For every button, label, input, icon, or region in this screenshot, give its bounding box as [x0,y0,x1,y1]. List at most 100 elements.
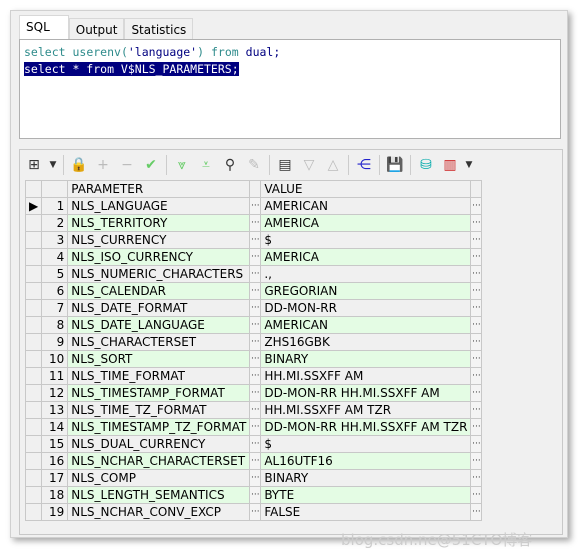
cell-edit-button[interactable]: ··· [249,452,262,470]
cell-edit-button[interactable]: ··· [470,418,483,436]
table-row[interactable]: 9 NLS_CHARACTERSET ··· ZHS16GBK ··· [24,333,483,351]
table-row[interactable]: 15 NLS_DUAL_CURRENCY ··· $ ··· [24,435,483,453]
cell-edit-button[interactable]: ··· [249,435,262,453]
cell-edit-button[interactable]: ··· [249,231,262,249]
column-header-button[interactable] [470,180,483,198]
cell-value[interactable]: AL16UTF16 [260,452,472,470]
cell-parameter[interactable]: NLS_DUAL_CURRENCY [67,435,251,453]
cell-edit-button[interactable]: ··· [470,486,483,504]
table-row[interactable]: ▶ 1 NLS_LANGUAGE ··· AMERICAN ··· [24,197,483,215]
cell-edit-button[interactable]: ··· [249,418,262,436]
table-row[interactable]: 7 NLS_DATE_FORMAT ··· DD-MON-RR ··· [24,299,483,317]
row-indicator[interactable] [24,299,43,317]
save-icon[interactable]: 💾 [386,157,404,173]
row-indicator[interactable] [24,214,43,232]
cell-parameter[interactable]: NLS_COMP [67,469,251,487]
table-row[interactable]: 18 NLS_LENGTH_SEMANTICS ··· BYTE ··· [24,486,483,504]
row-indicator[interactable] [24,282,43,300]
cell-parameter[interactable]: NLS_CHARACTERSET [67,333,251,351]
sql-editor[interactable]: select userenv('language') from dual; se… [19,39,561,139]
cell-parameter[interactable]: NLS_NCHAR_CONV_EXCP [67,503,251,521]
column-header-parameter[interactable]: PARAMETER [67,180,251,198]
table-row[interactable]: 3 NLS_CURRENCY ··· $ ··· [24,231,483,249]
row-indicator[interactable]: ▶ [24,197,43,215]
cell-value[interactable]: $ [260,231,472,249]
dropdown-icon[interactable]: ▼ [49,160,57,170]
table-row[interactable]: 5 NLS_NUMERIC_CHARACTERS ··· ., ··· [24,265,483,283]
table-row[interactable]: 12 NLS_TIMESTAMP_FORMAT ··· DD-MON-RR HH… [24,384,483,402]
cell-edit-button[interactable]: ··· [470,299,483,317]
cell-parameter[interactable]: NLS_TIMESTAMP_TZ_FORMAT [67,418,251,436]
cell-edit-button[interactable]: ··· [249,384,262,402]
clear-icon[interactable]: ✎ [245,157,263,173]
cell-value[interactable]: ., [260,265,472,283]
cell-value[interactable]: DD-MON-RR HH.MI.SSXFF AM [260,384,472,402]
cell-edit-button[interactable]: ··· [470,333,483,351]
cell-parameter[interactable]: NLS_TIME_TZ_FORMAT [67,401,251,419]
cell-value[interactable]: GREGORIAN [260,282,472,300]
cell-edit-button[interactable]: ··· [249,299,262,317]
cell-edit-button[interactable]: ··· [249,367,262,385]
row-indicator[interactable] [24,265,43,283]
last-record-icon[interactable]: ⩡ [197,157,215,173]
table-row[interactable]: 2 NLS_TERRITORY ··· AMERICA ··· [24,214,483,232]
table-row[interactable]: 17 NLS_COMP ··· BINARY ··· [24,469,483,487]
cell-value[interactable]: FALSE [260,503,472,521]
cell-edit-button[interactable]: ··· [470,248,483,266]
cell-edit-button[interactable]: ··· [249,214,262,232]
row-indicator[interactable] [24,503,43,521]
cell-edit-button[interactable]: ··· [249,486,262,504]
table-row[interactable]: 4 NLS_ISO_CURRENCY ··· AMERICA ··· [24,248,483,266]
cell-parameter[interactable]: NLS_LANGUAGE [67,197,251,215]
cell-value[interactable]: AMERICAN [260,316,472,334]
row-indicator[interactable] [24,316,43,334]
cell-edit-button[interactable]: ··· [249,265,262,283]
cell-edit-button[interactable]: ··· [470,469,483,487]
cell-edit-button[interactable]: ··· [470,350,483,368]
cell-parameter[interactable]: NLS_ISO_CURRENCY [67,248,251,266]
table-row[interactable]: 8 NLS_DATE_LANGUAGE ··· AMERICAN ··· [24,316,483,334]
cell-parameter[interactable]: NLS_NUMERIC_CHARACTERS [67,265,251,283]
cell-parameter[interactable]: NLS_TIMESTAMP_FORMAT [67,384,251,402]
query-by-example-icon[interactable]: ▤ [276,157,294,173]
cell-edit-button[interactable]: ··· [249,401,262,419]
cell-edit-button[interactable]: ··· [470,316,483,334]
cell-value[interactable]: BYTE [260,486,472,504]
filter-up-icon[interactable]: △ [324,157,342,173]
table-row[interactable]: 14 NLS_TIMESTAMP_TZ_FORMAT ··· DD-MON-RR… [24,418,483,436]
cell-value[interactable]: DD-MON-RR [260,299,472,317]
cell-parameter[interactable]: NLS_SORT [67,350,251,368]
row-indicator[interactable] [24,452,43,470]
row-indicator[interactable] [24,401,43,419]
cell-parameter[interactable]: NLS_DATE_LANGUAGE [67,316,251,334]
chart-icon[interactable]: ▥ [441,157,459,173]
post-icon[interactable]: ✔ [142,157,160,173]
row-indicator[interactable] [24,231,43,249]
row-indicator[interactable] [24,333,43,351]
table-row[interactable]: 11 NLS_TIME_FORMAT ··· HH.MI.SSXFF AM ··… [24,367,483,385]
cell-edit-button[interactable]: ··· [470,452,483,470]
cell-value[interactable]: BINARY [260,350,472,368]
cell-parameter[interactable]: NLS_DATE_FORMAT [67,299,251,317]
row-indicator[interactable] [24,248,43,266]
cell-parameter[interactable]: NLS_TIME_FORMAT [67,367,251,385]
find-icon[interactable]: ⚲ [221,157,239,173]
hierarchy-icon[interactable]: ⋲ [355,157,373,173]
cell-parameter[interactable]: NLS_LENGTH_SEMANTICS [67,486,251,504]
cell-value[interactable]: HH.MI.SSXFF AM TZR [260,401,472,419]
cell-edit-button[interactable]: ··· [470,231,483,249]
cell-value[interactable]: AMERICA [260,214,472,232]
cell-edit-button[interactable]: ··· [249,503,262,521]
results-grid[interactable]: PARAMETER VALUE ▶ 1 NLS_LANGUAGE ··· AME… [24,180,483,521]
row-indicator[interactable] [24,384,43,402]
dropdown-icon[interactable]: ▼ [465,160,473,170]
next-record-icon[interactable]: ⩔ [173,157,191,173]
row-indicator[interactable] [24,435,43,453]
table-row[interactable]: 19 NLS_NCHAR_CONV_EXCP ··· FALSE ··· [24,503,483,521]
table-row[interactable]: 13 NLS_TIME_TZ_FORMAT ··· HH.MI.SSXFF AM… [24,401,483,419]
remove-icon[interactable]: − [118,157,136,173]
cell-value[interactable]: AMERICA [260,248,472,266]
export-icon[interactable]: ⛁ [417,157,435,173]
row-indicator[interactable] [24,418,43,436]
lock-icon[interactable]: 🔒 [70,157,88,173]
